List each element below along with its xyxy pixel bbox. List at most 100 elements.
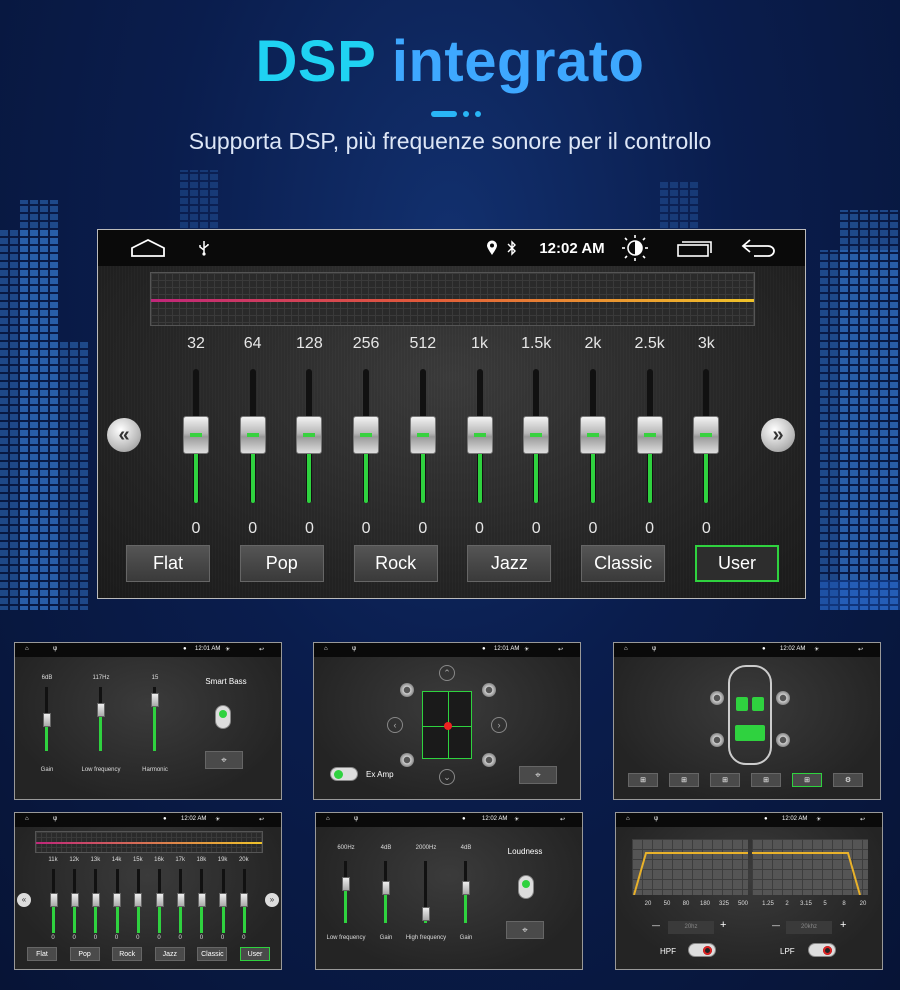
thumbnail-seat-position[interactable]: ⌂ ψ ● 12:02 AM ☀ ↩ ⊞ ⊞ ⊞ ⊞ ⊞ ⚙ <box>613 642 881 800</box>
band-frequency-label: 512 <box>409 335 437 352</box>
slider-top-label: 6dB <box>41 675 53 681</box>
band-slider-knob[interactable] <box>70 893 79 907</box>
slider-top-label: 4dB <box>380 845 392 851</box>
dsp-main-screen: 12:02 AM « » 32 0 64 0 128 0 256 0 512 0 1k 0 1.5k 0 2… <box>97 229 806 599</box>
preset-button-pop[interactable]: Pop <box>239 545 324 582</box>
preset-button-classic[interactable]: Classic <box>581 545 666 582</box>
thumb-status-bar: ⌂ ψ ● 12:02 AM ☀ ↩ <box>616 813 882 827</box>
lpf-value: 20khz <box>786 921 832 934</box>
band-slider-knob[interactable] <box>636 416 663 454</box>
lpf-tick-label: 20 <box>859 901 867 907</box>
settings-target-icon[interactable]: ⌖ <box>519 766 557 784</box>
band-frequency-label: 1k <box>471 335 488 352</box>
home-icon: ⌂ <box>324 646 328 652</box>
lpf-minus-button[interactable]: — <box>772 921 780 930</box>
seat-preset-button[interactable]: ⊞ <box>792 773 822 787</box>
slider-knob[interactable] <box>96 703 105 717</box>
hpf-plus-button[interactable]: + <box>720 919 726 931</box>
slider-knob[interactable] <box>341 877 350 891</box>
band-slider-knob[interactable] <box>197 893 206 907</box>
thumbnail-smart-bass[interactable]: ⌂ ψ ● 12:01 AM ☀ ↩ 6dB Gain 117Hz Low frequ… <box>14 642 282 800</box>
preset-button-user[interactable]: User <box>240 947 270 961</box>
slider-knob[interactable] <box>150 693 159 707</box>
settings-target-icon[interactable]: ⌖ <box>205 751 243 769</box>
back-icon[interactable] <box>738 230 778 266</box>
balance-point[interactable] <box>444 722 452 730</box>
preset-button-pop[interactable]: Pop <box>69 947 100 961</box>
preset-button-rock[interactable]: Rock <box>112 947 143 961</box>
band-slider-knob[interactable] <box>176 893 185 907</box>
hpf-minus-button[interactable]: — <box>652 921 660 930</box>
slider-knob[interactable] <box>461 881 470 895</box>
thumb-time: 12:01 AM <box>195 646 221 652</box>
thumbnail-balance[interactable]: ⌂ ψ ● 12:01 AM ☀ ↩ ⌃ ⌄ ‹ › Ex Amp ⌖ <box>313 642 581 800</box>
next-page-button[interactable]: » <box>265 893 279 907</box>
seat-preset-button[interactable]: ⊞ <box>710 773 740 787</box>
preset-button-flat[interactable]: Flat <box>126 545 210 582</box>
hpf-tick-label: 325 <box>718 901 729 907</box>
settings-target-icon[interactable]: ⌖ <box>506 921 544 939</box>
bluetooth-icon <box>504 230 520 266</box>
lpf-plus-button[interactable]: + <box>840 919 846 931</box>
speaker-icon <box>482 683 496 697</box>
preset-button-flat[interactable]: Flat <box>27 947 57 961</box>
band-slider-knob[interactable] <box>49 893 58 907</box>
thumbnail-loudness[interactable]: ⌂ ψ ● 12:02 AM ☀ ↩ 600Hz Low frequency 4dB… <box>315 812 583 970</box>
band-value-label: 0 <box>93 935 98 941</box>
thumbnail-crossover[interactable]: ⌂ ψ ● 12:02 AM ☀ ↩ 20 50 80 180 325 500 1.25 2 3… <box>615 812 883 970</box>
smart-bass-toggle[interactable] <box>215 705 231 729</box>
band-slider-knob[interactable] <box>693 416 720 454</box>
slider-knob[interactable] <box>421 907 430 921</box>
hpf-toggle[interactable] <box>688 943 716 957</box>
next-page-button[interactable]: » <box>761 418 795 452</box>
band-slider-knob[interactable] <box>296 416 323 454</box>
brightness-icon: ☀ <box>514 817 520 823</box>
home-icon: ⌂ <box>624 646 628 652</box>
balance-up-button[interactable]: ⌃ <box>439 665 455 681</box>
band-slider-knob[interactable] <box>239 416 266 454</box>
slider-track[interactable] <box>344 861 347 923</box>
band-slider-knob[interactable] <box>134 893 143 907</box>
thumb-status-bar: ⌂ ψ ● 12:02 AM ☀ ↩ <box>614 643 880 657</box>
recent-apps-icon[interactable] <box>674 230 716 266</box>
band-slider-knob[interactable] <box>219 893 228 907</box>
band-slider-knob[interactable] <box>523 416 550 454</box>
seat-preset-button[interactable]: ⊞ <box>669 773 699 787</box>
band-slider-knob[interactable] <box>409 416 436 454</box>
thumbnail-high-band-eq[interactable]: ⌂ ψ ● 12:02 AM ☀ ↩ « » 11k 0 12k 0 13k 0 14k 0 1… <box>14 812 282 970</box>
preset-button-jazz[interactable]: Jazz <box>467 545 552 582</box>
band-slider-knob[interactable] <box>155 893 164 907</box>
band-slider-knob[interactable] <box>91 893 100 907</box>
prev-page-button[interactable]: « <box>17 893 31 907</box>
lpf-tick-label: 8 <box>842 901 846 907</box>
balance-down-button[interactable]: ⌄ <box>439 769 455 785</box>
slider-track[interactable] <box>99 687 102 751</box>
ex-amp-toggle[interactable] <box>330 767 358 781</box>
band-slider-knob[interactable] <box>579 416 606 454</box>
band-slider-knob[interactable] <box>240 893 249 907</box>
smart-bass-label: Smart Bass <box>205 677 247 686</box>
brightness-icon[interactable] <box>618 230 652 266</box>
band-slider-knob[interactable] <box>466 416 493 454</box>
preset-button-rock[interactable]: Rock <box>353 545 438 582</box>
prev-page-button[interactable]: « <box>107 418 141 452</box>
preset-button-user[interactable]: User <box>695 545 779 582</box>
seat-preset-button[interactable]: ⊞ <box>628 773 658 787</box>
home-icon[interactable] <box>128 230 168 266</box>
band-frequency-label: 3k <box>697 335 715 352</box>
band-slider-knob[interactable] <box>353 416 380 454</box>
loudness-toggle[interactable] <box>518 875 534 899</box>
balance-left-button[interactable]: ‹ <box>387 717 403 733</box>
lpf-toggle[interactable] <box>808 943 836 957</box>
band-value-label: 0 <box>701 520 711 537</box>
band-slider-knob[interactable] <box>183 416 209 454</box>
car-seats-grid[interactable] <box>422 691 472 759</box>
band-slider-knob[interactable] <box>113 893 122 907</box>
slider-knob[interactable] <box>42 713 51 727</box>
preset-button-classic[interactable]: Classic <box>197 947 228 961</box>
slider-knob[interactable] <box>381 881 390 895</box>
seat-preset-button[interactable]: ⊞ <box>751 773 781 787</box>
user-seat-icon[interactable]: ⚙ <box>833 773 863 787</box>
balance-right-button[interactable]: › <box>491 717 507 733</box>
preset-button-jazz[interactable]: Jazz <box>154 947 185 961</box>
